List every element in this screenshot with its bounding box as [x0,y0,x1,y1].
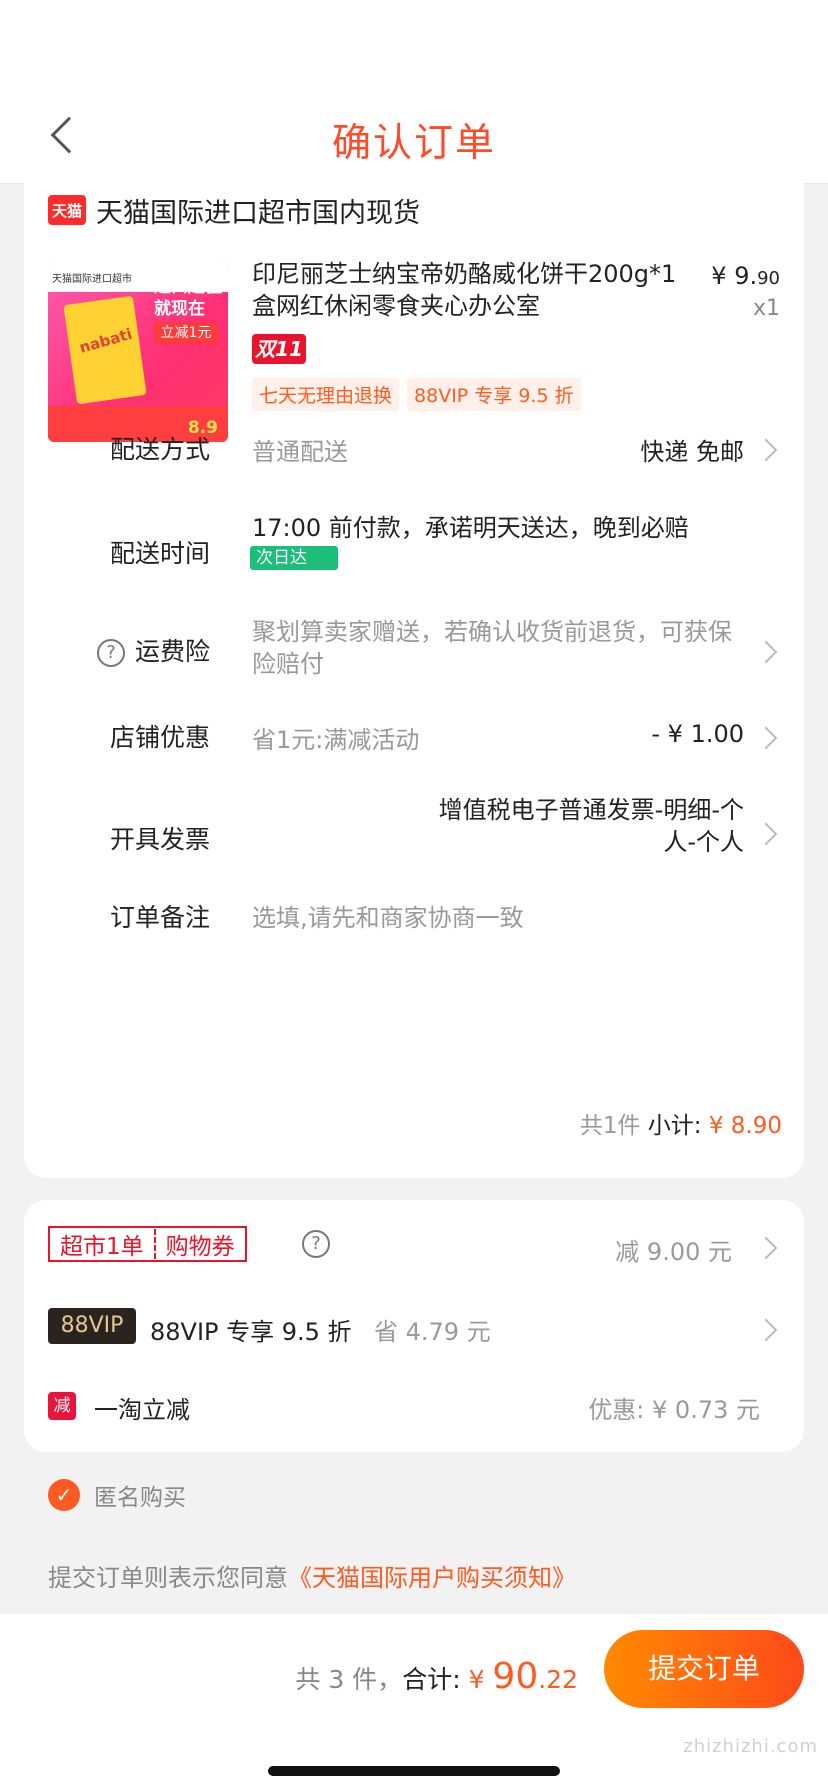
taobao-discount-row: 减 一淘立减 优惠: ¥ 0.73 元 [24,1370,804,1440]
chevron-right-icon [754,1236,778,1260]
invoice-row[interactable]: 开具发票 增值税电子普通发票-明细-个人-个人 [24,794,804,874]
chevron-right-icon [754,640,778,664]
discounts-card: 超市1单 购物券 ? 减 9.00 元 88VIP 88VIP 专享 9.5 折 … [24,1200,804,1452]
service-tags: 七天无理由退换 88VIP 专享 9.5 折 [252,378,589,411]
shop-header[interactable]: 天猫 天猫国际进口超市国内现货 [48,190,420,230]
order-note-input[interactable]: 选填,请先和商家协商一致 [252,898,524,933]
product-quantity: x1 [752,296,780,321]
product-price: ¥ 9.90 [711,262,780,290]
service-tag: 88VIP 专享 9.5 折 [407,378,581,411]
supermarket-coupon-tag: 超市1单 购物券 [48,1226,247,1262]
coupon-row[interactable]: 超市1单 购物券 ? 减 9.00 元 [24,1200,804,1280]
order-total: 共 3 件，合计: ¥ 90.22 [295,1656,578,1697]
vip-row[interactable]: 88VIP 88VIP 专享 9.5 折 省 4.79 元 [24,1290,804,1360]
product-title[interactable]: 印尼丽芝士纳宝帝奶酪威化饼干200g*1盒网红休闲零食夹心办公室 [252,258,692,322]
agreement-link[interactable]: 《天猫国际用户购买须知》 [288,1564,576,1592]
subtotal: 共1件 小计: ¥ 8.90 [579,1113,782,1139]
shipping-insurance-row[interactable]: ? 运费险 聚划算卖家赠送，若确认收货前退货，可获保险赔付 [24,616,804,696]
discount-icon: 减 [48,1392,76,1420]
submit-order-button[interactable]: 提交订单 [604,1630,804,1708]
anonymous-purchase[interactable]: ✓ 匿名购买 [48,1478,186,1512]
watermark: zhizhizhi.com [683,1736,818,1757]
agreement-text: 提交订单则表示您同意《天猫国际用户购买须知》 [48,1564,576,1592]
delivery-time-row: 配送时间 17:00 前付款，承诺明天送达，晚到必赔 次日达 [109,514,689,570]
home-indicator [268,1766,560,1776]
product-image[interactable]: 天猫国际进口超市 nabati 进口超值就现在 立减1元 8.9 [48,262,228,442]
chevron-right-icon [754,822,778,846]
chevron-right-icon [754,726,778,750]
nav-bar: 确认订单 [0,0,828,184]
page-title: 确认订单 [331,121,496,166]
checkout-bar: 共 3 件，合计: ¥ 90.22 提交订单 zhizhizhi.com [0,1614,828,1792]
order-note-row[interactable]: 订单备注 选填,请先和商家协商一致 [24,894,804,954]
tmall-logo-icon: 天猫 [48,195,86,225]
order-card: 天猫 天猫国际进口超市国内现货 天猫国际进口超市 nabati 进口超值就现在 … [24,170,804,1178]
88vip-badge: 88VIP [48,1308,136,1344]
checkmark-icon[interactable]: ✓ [48,1479,80,1511]
service-tag: 七天无理由退换 [252,378,400,411]
shop-name: 天猫国际进口超市国内现货 [96,197,420,229]
next-day-badge: 次日达 [250,546,338,570]
help-icon[interactable]: ? [302,1230,330,1258]
delivery-method-row[interactable]: 配送方式 普通配送 快递 免邮 [24,430,804,490]
help-icon[interactable]: ? [96,639,125,667]
double11-tag: 双11 [252,334,306,364]
shop-discount-row[interactable]: 店铺优惠 省1元:满减活动 - ¥ 1.00 [24,718,804,778]
chevron-right-icon [754,438,778,462]
chevron-right-icon [754,1318,778,1342]
